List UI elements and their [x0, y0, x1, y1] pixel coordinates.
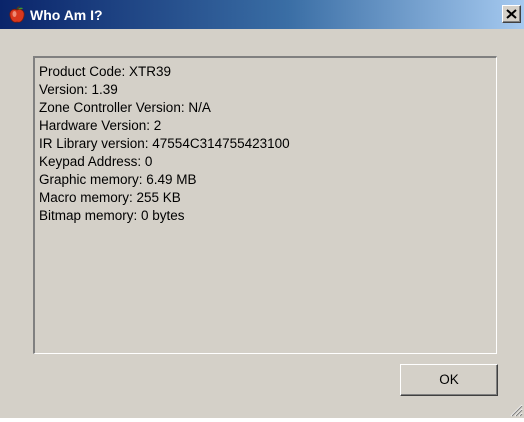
info-line: Zone Controller Version: N/A	[39, 100, 211, 115]
info-line: IR Library version: 47554C314755423100	[39, 136, 290, 151]
window-title: Who Am I?	[30, 7, 103, 23]
info-line: Keypad Address: 0	[39, 154, 153, 169]
info-line: Product Code: XTR39	[39, 64, 172, 79]
ok-button[interactable]: OK	[400, 364, 498, 396]
info-line: Graphic memory: 6.49 MB	[39, 172, 197, 187]
title-bar[interactable]: Who Am I?	[0, 0, 524, 29]
close-icon	[506, 9, 517, 19]
resize-grip-icon[interactable]	[509, 403, 523, 417]
info-line: Macro memory: 255 KB	[39, 190, 181, 205]
close-button[interactable]	[502, 5, 521, 23]
info-line: Hardware Version: 2	[39, 118, 162, 133]
info-line: Version: 1.39	[39, 82, 118, 97]
info-line: Bitmap memory: 0 bytes	[39, 208, 185, 223]
apple-icon	[8, 6, 26, 24]
info-panel: Product Code: XTR39 Version: 1.39 Zone C…	[33, 56, 497, 354]
who-am-i-dialog: Who Am I? Product Code: XTR39 Version: 1…	[0, 0, 524, 418]
